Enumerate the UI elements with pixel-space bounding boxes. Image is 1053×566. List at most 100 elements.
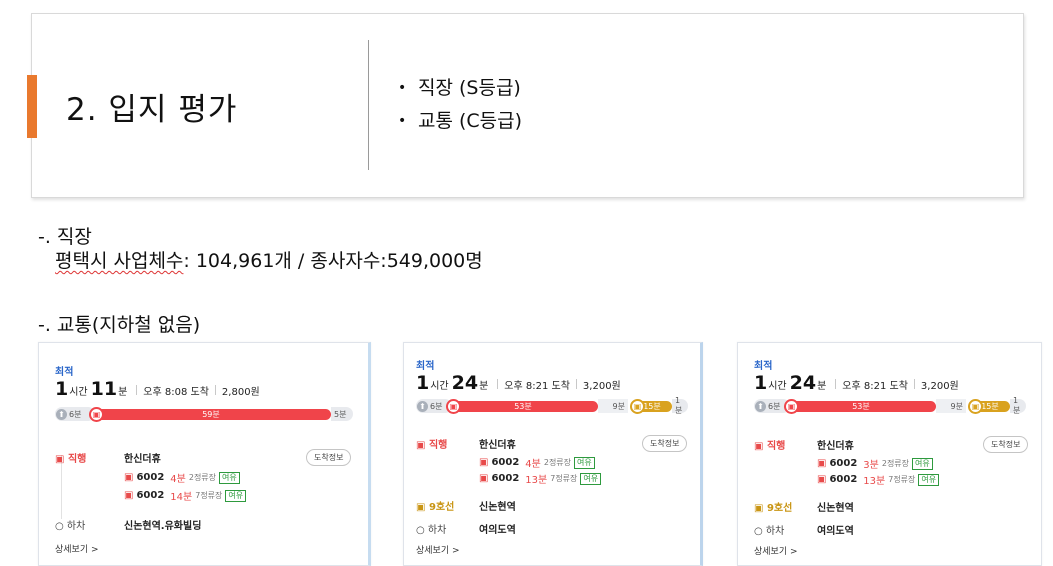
route-card-3[interactable]: 최적 1 시간 24 분 오후 8:21 도착 3,200원 ⬆ 6분 ▣ 53분 9분 ▣ 1… <box>737 342 1042 566</box>
bus-route-row[interactable]: ▣ 6002 4분 2정류장 여유 <box>124 470 240 485</box>
separator <box>136 385 138 395</box>
arrival-info-button[interactable]: 도착정보 <box>642 435 688 452</box>
separator <box>575 379 577 389</box>
boarding-stop: 한신더휴 <box>817 441 854 452</box>
separator <box>913 379 915 389</box>
divider <box>368 40 369 170</box>
section-header-card: 2. 입지 평가 • 직장 (S등급) • 교통 (C등급) <box>27 13 1024 198</box>
bus-time: 53분 <box>514 401 532 411</box>
bus-wait: 4분 <box>525 459 541 470</box>
walk-time: 6분 <box>69 409 82 419</box>
arrival-info-button[interactable]: 도착정보 <box>983 436 1029 453</box>
exit-step-label: ○ 하차 <box>55 521 86 532</box>
hours-unit: 시간 <box>768 381 787 392</box>
route-card-1[interactable]: 최적 1 시간 11 분 오후 8:08 도착 2,800원 ⬆ 6분 ▣ 59분 5분 ▣ … <box>38 342 371 566</box>
bus-segment: ▣ 53분 <box>784 398 936 414</box>
bus-step-label: ▣ 직행 <box>55 454 87 465</box>
hours-value: 1 <box>754 372 768 394</box>
bus-stops: 2정류장 <box>543 458 572 467</box>
bus-stops: 7정류장 <box>195 491 223 500</box>
exit-stop: 여의도역 <box>817 526 854 537</box>
subway-time: 15분 <box>643 401 661 411</box>
bus-icon: ▣ <box>784 398 799 414</box>
route-card-2[interactable]: 최적 1 시간 24 분 오후 8:21 도착 3,200원 ⬆ 6분 ▣ 53분 9분 ▣ 1… <box>403 342 703 566</box>
subway-step-label: ▣ 9호선 <box>754 503 793 514</box>
bus-route-row[interactable]: ▣ 6002 13분 7정류장 여유 <box>479 471 602 486</box>
walk-end-segment: 5분 <box>331 407 353 421</box>
walk-end-segment: 1분 <box>672 396 688 415</box>
best-badge: 최적 <box>754 361 773 372</box>
detail-link[interactable]: 상세보기 > <box>416 543 460 556</box>
bus-wait: 4분 <box>170 474 186 485</box>
bus-time: 59분 <box>202 409 220 419</box>
workplace-stats: 평택시 사업체수: 104,961개 / 종사자수:549,000명 <box>55 246 483 273</box>
fare: 3,200원 <box>582 381 621 392</box>
separator <box>835 379 837 389</box>
accent-bar <box>27 75 37 138</box>
bus-stops: 2정류장 <box>881 459 910 468</box>
subway-time: 15분 <box>981 401 999 411</box>
subway-icon: ▣ <box>630 398 645 414</box>
bus-number: 6002 <box>136 472 165 483</box>
separator <box>214 385 216 395</box>
subway-segment: ▣ 15분 <box>630 398 672 414</box>
separator <box>497 379 499 389</box>
bullet-icon: • <box>398 113 407 129</box>
bus-wait: 3분 <box>863 460 879 471</box>
bus-number: 6002 <box>491 473 520 484</box>
bus-number: 6002 <box>829 458 858 469</box>
boarding-stop: 한신더휴 <box>124 454 161 465</box>
bus-route-row[interactable]: ▣ 6002 4분 2정류장 여유 <box>479 455 595 470</box>
bus-step-text: 직행 <box>428 440 448 451</box>
bus-icon: ▣ <box>446 398 461 414</box>
subway-step-text: 9호선 <box>428 502 455 513</box>
grade-item: • 교통 (C등급) <box>398 105 522 138</box>
bus-route-row[interactable]: ▣ 6002 14분 7정류장 여유 <box>124 488 247 503</box>
minutes-unit: 분 <box>817 381 827 392</box>
bus-icon: ▣ <box>817 458 827 469</box>
fare: 3,200원 <box>920 381 959 392</box>
bus-step-text: 직행 <box>67 454 87 465</box>
bus-wait: 14분 <box>170 492 193 503</box>
fare: 2,800원 <box>221 387 260 398</box>
arrival-info-button[interactable]: 도착정보 <box>306 449 352 466</box>
minutes-value: 24 <box>451 372 479 394</box>
walk-icon: ⬆ <box>755 400 766 412</box>
workplace-stat-label: 평택시 사업체수 <box>55 250 184 272</box>
transfer-walk-time: 9분 <box>950 401 963 411</box>
minutes-unit: 분 <box>479 381 489 392</box>
transfer-walk-segment: 9분 <box>936 399 966 413</box>
subway-segment: ▣ 15분 <box>968 398 1010 414</box>
bus-route-row[interactable]: ▣ 6002 13분 7정류장 여유 <box>817 472 940 487</box>
bus-number: 6002 <box>829 474 858 485</box>
transfer-walk-time: 9분 <box>612 401 625 411</box>
exit-step-text: 하차 <box>66 521 86 532</box>
boarding-stop: 한신더휴 <box>479 440 516 451</box>
bus-stops: 7정류장 <box>888 475 916 484</box>
subway-icon: ▣ <box>968 398 983 414</box>
exit-stop: 여의도역 <box>479 525 516 536</box>
detail-link[interactable]: 상세보기 > <box>55 542 99 555</box>
seat-tag: 여유 <box>219 471 240 484</box>
transport-heading: -. 교통(지하철 없음) <box>38 314 201 336</box>
subway-step-label: ▣ 9호선 <box>416 502 455 513</box>
best-badge: 최적 <box>416 361 435 372</box>
bus-icon: ▣ <box>817 474 827 485</box>
bus-step-text: 직행 <box>766 441 786 452</box>
subway-stop: 신논현역 <box>479 502 516 513</box>
seat-tag: 여유 <box>574 456 595 469</box>
grade-item: • 직장 (S등급) <box>398 72 522 105</box>
exit-stop: 신논현역.유화빌딩 <box>124 521 202 532</box>
hours-unit: 시간 <box>430 381 449 392</box>
detail-link[interactable]: 상세보기 > <box>754 544 798 557</box>
route-time-summary: 1 시간 24 분 오후 8:21 도착 3,200원 <box>416 372 621 394</box>
route-timeline-bar: ⬆ 6분 ▣ 53분 9분 ▣ 15분 1분 <box>416 396 688 415</box>
section-title: 2. 입지 평가 <box>66 92 238 128</box>
exit-step-text: 하차 <box>427 525 447 536</box>
subway-step-text: 9호선 <box>766 503 793 514</box>
minutes-value: 24 <box>789 372 817 394</box>
seat-tag: 여유 <box>912 457 933 470</box>
bullet-icon: • <box>398 80 407 96</box>
walk-end-time: 5분 <box>334 409 347 419</box>
bus-route-row[interactable]: ▣ 6002 3분 2정류장 여유 <box>817 456 933 471</box>
